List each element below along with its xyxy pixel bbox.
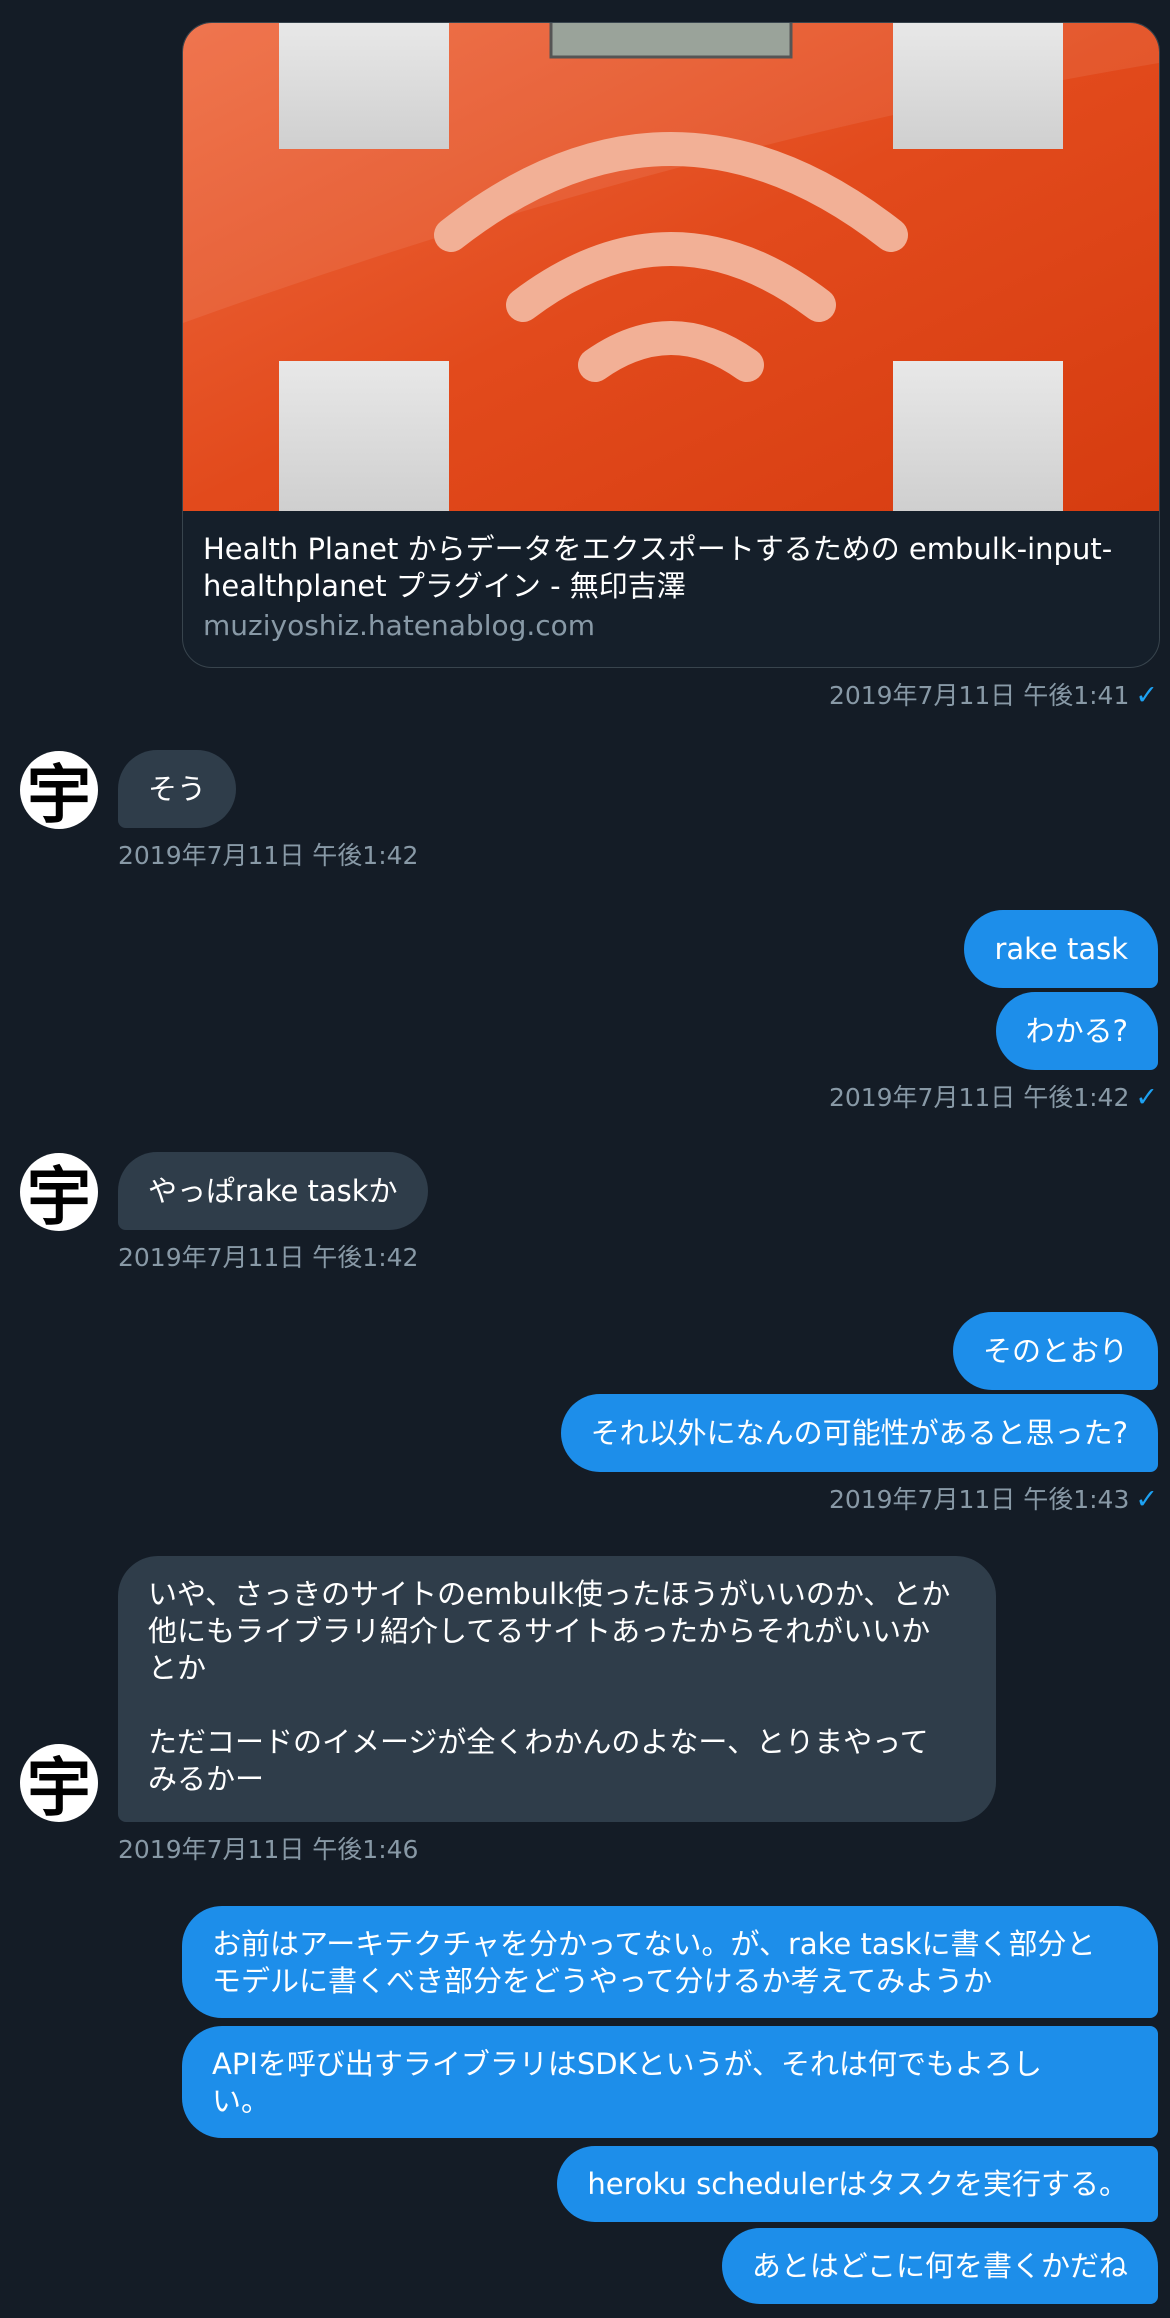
avatar[interactable]: 宇: [20, 751, 98, 829]
message-timestamp: 2019年7月11日 午後1:46: [118, 1835, 419, 1864]
link-preview-title: Health Planet からデータをエクスポートするための embulk-i…: [203, 532, 1113, 603]
link-preview-card[interactable]: Health Planet からデータをエクスポートするための embulk-i…: [182, 22, 1160, 668]
message-timestamp: 2019年7月11日 午後1:43 ✓: [828, 1484, 1158, 1515]
outgoing-message[interactable]: APIを呼び出すライブラリはSDKというが、それは何でもよろし い。: [182, 2026, 1158, 2138]
link-preview-url: muziyoshiz.hatenablog.com: [203, 609, 596, 642]
incoming-message[interactable]: そう: [118, 750, 237, 828]
message-timestamp: 2019年7月11日 午後1:42 ✓: [828, 1082, 1158, 1113]
outgoing-message[interactable]: heroku schedulerはタスクを実行する。: [557, 2146, 1158, 2222]
outgoing-message[interactable]: それ以外になんの可能性があると思った?: [560, 1394, 1158, 1472]
checkmark-icon: ✓: [1135, 680, 1158, 711]
incoming-message[interactable]: やっぱrake taskか: [118, 1152, 428, 1230]
link-preview-image: [183, 23, 1159, 511]
outgoing-message[interactable]: わかる?: [995, 992, 1158, 1070]
message-timestamp: 2019年7月11日 午後1:42: [118, 841, 419, 870]
incoming-message[interactable]: いや、さっきのサイトのembulk使ったほうがいいのか、とか 他にもライブラリ紹…: [118, 1556, 996, 1822]
avatar[interactable]: 宇: [20, 1153, 98, 1231]
checkmark-icon: ✓: [1135, 1082, 1158, 1113]
checkmark-icon: ✓: [1135, 1484, 1158, 1515]
message-timestamp: 2019年7月11日 午後1:41 ✓: [828, 680, 1158, 711]
outgoing-message[interactable]: あとはどこに何を書くかだね: [721, 2228, 1158, 2304]
outgoing-message[interactable]: そのとおり: [952, 1312, 1158, 1390]
outgoing-message[interactable]: お前はアーキテクチャを分かってない。が、rake taskに書く部分と モデルに…: [182, 1906, 1158, 2018]
avatar[interactable]: 宇: [20, 1744, 98, 1822]
message-timestamp: 2019年7月11日 午後1:42: [118, 1243, 419, 1272]
outgoing-message[interactable]: rake task: [964, 910, 1158, 988]
